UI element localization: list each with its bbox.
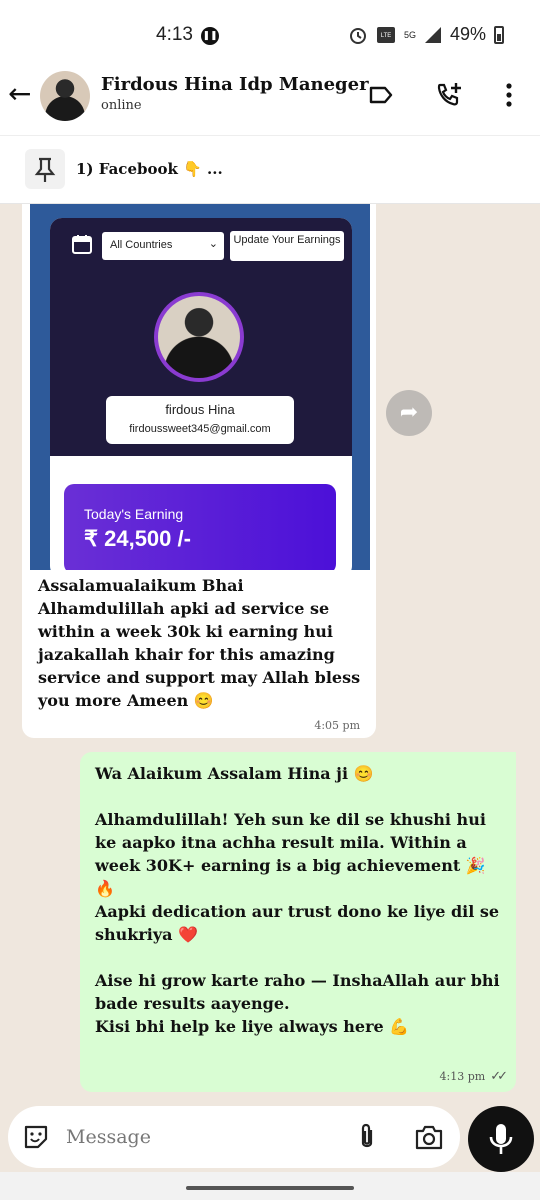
avatar[interactable] (40, 71, 90, 121)
signal-icon (424, 26, 441, 43)
outgoing-message-meta: 4:13 pm ✓✓ (439, 1069, 508, 1084)
more-options-icon[interactable] (494, 80, 524, 110)
forward-icon[interactable]: ➦ (386, 390, 432, 436)
double-check-icon: ✓✓ (490, 1069, 508, 1084)
mic-button[interactable] (468, 1106, 534, 1172)
country-select-value: All Countries (110, 239, 173, 251)
mic-icon (489, 1124, 513, 1154)
outgoing-message-time: 4:13 pm (439, 1070, 486, 1083)
profile-photo (154, 292, 244, 382)
incoming-message-text: Assalamualaikum Bhai Alhamdulillah apki … (38, 576, 361, 710)
calendar-icon (72, 235, 92, 254)
outgoing-message-text: Wa Alaikum Assalam Hina ji 😊 Alhamdulill… (95, 764, 500, 1036)
earning-card: Today's Earning ₹ 24,500 /- (64, 484, 336, 570)
earning-value: ₹ 24,500 /- (84, 526, 191, 551)
home-indicator[interactable] (186, 1186, 354, 1190)
contact-name[interactable]: Firdous Hina Idp Maneger (101, 74, 369, 95)
pause-icon: ❚❚ (201, 27, 219, 45)
add-call-icon[interactable] (434, 80, 464, 110)
profile-email: firdoussweet345@gmail.com (129, 423, 271, 435)
battery-icon (494, 25, 504, 44)
pinned-message-bar[interactable]: 1) Facebook 👇 ... (0, 136, 540, 204)
label-icon[interactable] (366, 80, 396, 110)
profile-name: firdous Hina (165, 402, 235, 417)
pin-icon (25, 149, 65, 189)
dashboard-header: All Countries ⌄ Update Your Earnings fir… (50, 218, 352, 456)
attach-icon[interactable] (354, 1122, 380, 1152)
outgoing-message[interactable]: Wa Alaikum Assalam Hina ji 😊 Alhamdulill… (80, 752, 516, 1092)
battery-percent: 49% (449, 24, 486, 44)
earnings-screenshot: All Countries ⌄ Update Your Earnings fir… (50, 218, 352, 570)
message-composer (8, 1106, 460, 1168)
sticker-icon[interactable] (22, 1123, 50, 1151)
pinned-text: 1) Facebook 👇 ... (76, 160, 223, 178)
chat-header: ← Firdous Hina Idp Maneger online (0, 62, 540, 136)
shared-image[interactable]: All Countries ⌄ Update Your Earnings fir… (30, 204, 370, 570)
status-icons: LTE 5G 49% (348, 24, 504, 45)
update-earnings-button: Update Your Earnings (230, 231, 344, 261)
chevron-down-icon: ⌄ (208, 238, 218, 250)
contact-status: online (101, 98, 142, 113)
back-arrow-icon[interactable]: ← (8, 79, 38, 109)
country-select: All Countries ⌄ (102, 232, 224, 260)
incoming-message-time: 4:05 pm (314, 719, 360, 732)
camera-icon[interactable] (414, 1123, 444, 1151)
status-bar: 4:13 ❚❚ LTE 5G 49% (0, 0, 540, 62)
network-label: 5G (403, 29, 416, 40)
profile-card: firdous Hina firdoussweet345@gmail.com (106, 396, 294, 444)
svg-text:LTE: LTE (381, 33, 392, 39)
status-time: 4:13 (156, 24, 193, 45)
incoming-message[interactable]: All Countries ⌄ Update Your Earnings fir… (22, 204, 376, 738)
volte-icon: LTE (376, 26, 395, 43)
message-input[interactable] (66, 1120, 336, 1154)
chat-area[interactable]: All Countries ⌄ Update Your Earnings fir… (0, 204, 540, 1104)
earning-label: Today's Earning (84, 506, 184, 522)
alarm-icon (349, 27, 366, 44)
